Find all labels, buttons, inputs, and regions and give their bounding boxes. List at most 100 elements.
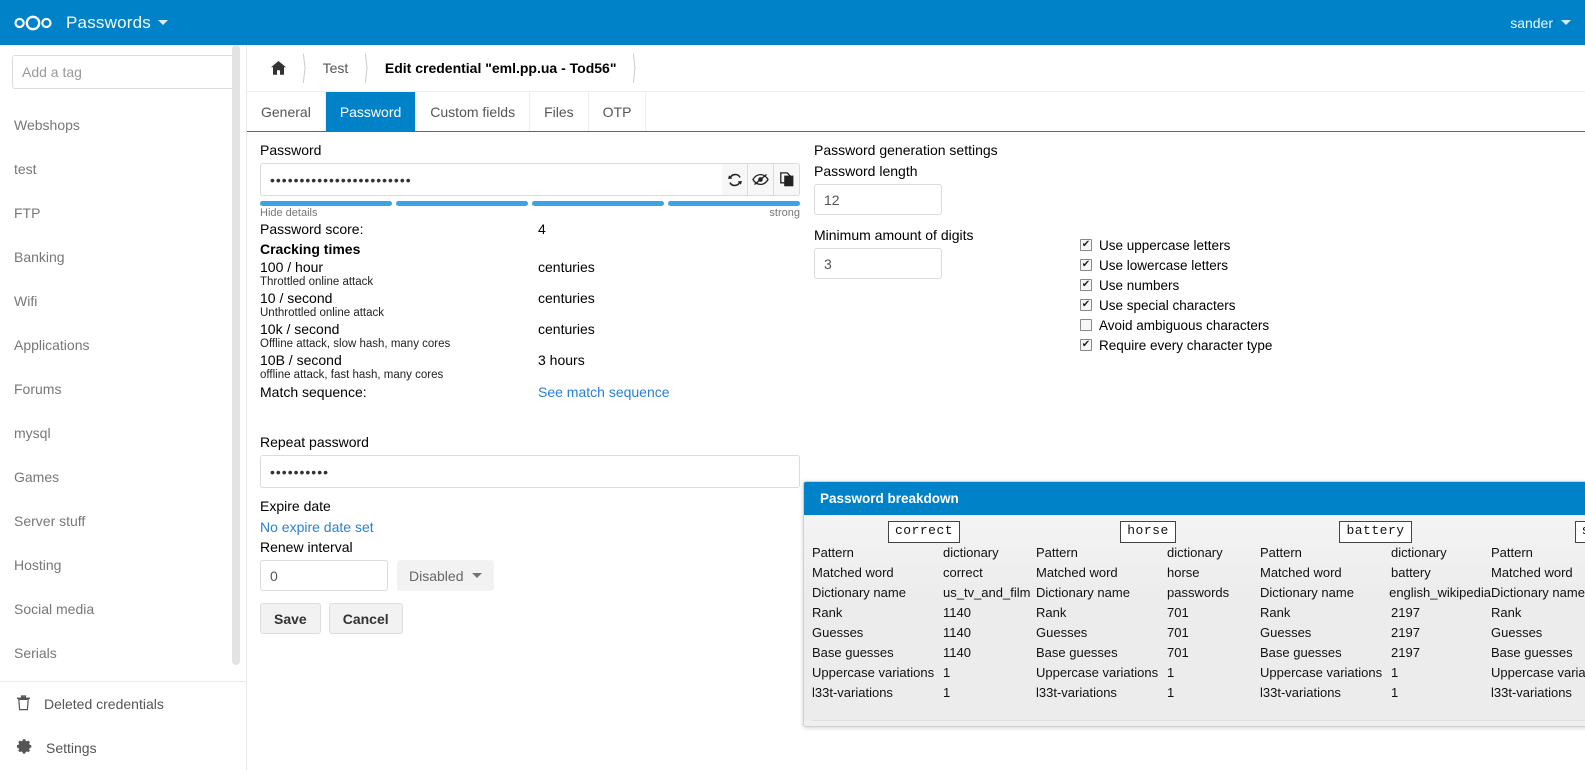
user-menu[interactable]: sander <box>1510 0 1571 45</box>
breakdown-column: correct Pattern dictionary Matched word corr… <box>812 521 1036 720</box>
breakdown-row: Rank 701 <box>1036 603 1260 623</box>
breadcrumb-item-current[interactable]: Edit credential "eml.pp.ua - Tod56" <box>377 60 625 76</box>
sidebar-item-games[interactable]: Games <box>0 455 246 499</box>
breadcrumb: ⟩ Test ⟩ Edit credential "eml.pp.ua - To… <box>247 45 1585 92</box>
password-form-area: Password •••••••••••••••••••••••• Hide d… <box>247 132 1585 634</box>
home-icon[interactable] <box>263 60 294 76</box>
cancel-button[interactable]: Cancel <box>328 603 403 634</box>
sidebar-item-webshops[interactable]: Webshops <box>0 103 246 147</box>
minimum-digits-input[interactable] <box>814 248 942 279</box>
toggle-password-visibility-button[interactable] <box>748 163 774 196</box>
checkbox-require-every-character-type[interactable]: ✔ <box>1080 339 1092 351</box>
breakdown-row: Uppercase variations 1 <box>1036 663 1260 683</box>
checkbox-label: Use numbers <box>1099 277 1180 293</box>
sidebar-item-server-stuff[interactable]: Server stuff <box>0 499 246 543</box>
sidebar-item-label: Serials <box>14 645 57 661</box>
strength-details-row: Hide details strong <box>260 207 800 219</box>
generate-password-button[interactable] <box>722 163 748 196</box>
sidebar-item-test[interactable]: test <box>0 147 246 191</box>
sidebar-item-banking[interactable]: Banking <box>0 235 246 279</box>
sidebar-item-serials[interactable]: Serials <box>0 631 246 675</box>
sidebar-scrollbar[interactable] <box>232 45 240 665</box>
checkbox-label: Use special characters <box>1099 297 1236 313</box>
hide-details-toggle[interactable]: Hide details <box>260 207 317 219</box>
breakdown-value: us_tv_and_film <box>943 585 1031 600</box>
breakdown-value: 1 <box>1391 685 1399 700</box>
repeat-password-input[interactable] <box>260 455 800 488</box>
save-button[interactable]: Save <box>260 603 321 634</box>
checkbox-row: ✔ Use numbers <box>1080 275 1272 295</box>
cracking-rate: 10B / second <box>260 352 342 368</box>
breakdown-row: Rank 2197 <box>1260 603 1491 623</box>
sidebar-item-label: Hosting <box>14 557 62 573</box>
breakdown-row: Uppercase variations 1 <box>812 663 1036 683</box>
tab-files[interactable]: Files <box>530 92 589 131</box>
checkbox-use-special-characters[interactable]: ✔ <box>1080 299 1092 311</box>
sidebar: Webshops test FTP Banking Wifi Applications Fo… <box>0 45 247 770</box>
breakdown-key: l33t-variations <box>1491 685 1572 700</box>
breakdown-word-wrap: battery <box>1260 521 1491 543</box>
password-length-input[interactable] <box>814 184 942 215</box>
checkbox-use-lowercase-letters[interactable]: ✔ <box>1080 259 1092 271</box>
sidebar-item-mysql[interactable]: mysql <box>0 411 246 455</box>
breakdown-row: Base guesses 1140 <box>812 643 1036 663</box>
checkbox-row: ✔ Use uppercase letters <box>1080 235 1272 255</box>
breakdown-value: dictionary <box>943 545 999 560</box>
breakdown-value: dictionary <box>1167 545 1223 560</box>
sidebar-item-applications[interactable]: Applications <box>0 323 246 367</box>
sidebar-item-wifi[interactable]: Wifi <box>0 279 246 323</box>
sidebar-item-label: Social media <box>14 601 95 617</box>
app-header: Passwords sander <box>0 0 1585 45</box>
sidebar-item-settings[interactable]: Settings <box>0 726 246 770</box>
strength-segment <box>260 201 392 206</box>
sidebar-item-hosting[interactable]: Hosting <box>0 543 246 587</box>
modal-header: Password breakdown ✖ <box>804 482 1585 515</box>
breakdown-row: Pattern dictionary <box>812 543 1036 563</box>
breakdown-key: Rank <box>1036 605 1067 620</box>
breakdown-row: Matched word correct <box>812 563 1036 583</box>
sidebar-item-forums[interactable]: Forums <box>0 367 246 411</box>
app-title-menu[interactable]: Passwords <box>66 13 168 33</box>
renew-interval-row: Disabled <box>260 560 800 591</box>
renew-interval-select-value: Disabled <box>409 567 464 584</box>
breakdown-key: Dictionary name <box>1260 585 1354 600</box>
breakdown-row: Dictionary name us_tv_and_film <box>812 583 1036 603</box>
checkbox-avoid-ambiguous-characters[interactable] <box>1080 319 1092 331</box>
renew-interval-input[interactable] <box>260 560 388 591</box>
sidebar-item-ftp[interactable]: FTP <box>0 191 246 235</box>
breakdown-key: Pattern <box>812 545 854 560</box>
checkbox-use-numbers[interactable]: ✔ <box>1080 279 1092 291</box>
breakdown-key: Base guesses <box>1036 645 1118 660</box>
password-input[interactable] <box>260 163 722 196</box>
expire-date-link[interactable]: No expire date set <box>260 519 800 535</box>
tab-general[interactable]: General <box>247 92 326 131</box>
breakdown-key: Base guesses <box>1260 645 1342 660</box>
breakdown-value: 1 <box>1391 665 1399 680</box>
renew-interval-label: Renew interval <box>260 539 353 555</box>
password-breakdown-modal: Password breakdown ✖ correct Pattern dicti… <box>803 481 1585 727</box>
breakdown-row: Base guesses2333 <box>1491 643 1585 663</box>
breakdown-value: 1 <box>1167 665 1175 680</box>
tab-password[interactable]: Password <box>325 92 417 131</box>
checkbox-use-uppercase-letters[interactable]: ✔ <box>1080 239 1092 251</box>
tab-otp[interactable]: OTP <box>589 92 647 131</box>
renew-interval-select[interactable]: Disabled <box>397 560 495 591</box>
nextcloud-logo-icon[interactable] <box>8 15 58 31</box>
sidebar-item-social-media[interactable]: Social media <box>0 587 246 631</box>
password-input-row <box>260 163 800 196</box>
breadcrumb-item-test[interactable]: Test <box>315 60 357 76</box>
breakdown-value: battery <box>1391 565 1431 580</box>
breakdown-word: stable <box>1574 521 1585 543</box>
strength-segment <box>668 201 800 206</box>
add-tag-input[interactable] <box>12 55 234 89</box>
sidebar-item-label: test <box>14 161 37 177</box>
breadcrumb-separator: ⟩ <box>364 48 369 86</box>
tab-custom-fields[interactable]: Custom fields <box>416 92 531 131</box>
user-name-label: sander <box>1510 14 1553 31</box>
sidebar-item-deleted-credentials[interactable]: Deleted credentials <box>0 682 246 726</box>
see-match-sequence-link[interactable]: See match sequence <box>538 384 670 400</box>
password-score-value: 4 <box>538 221 546 237</box>
breakdown-key: Pattern <box>1260 545 1302 560</box>
cracking-time-row: 100 / hour centuries <box>260 259 800 275</box>
copy-password-button[interactable] <box>774 163 800 196</box>
